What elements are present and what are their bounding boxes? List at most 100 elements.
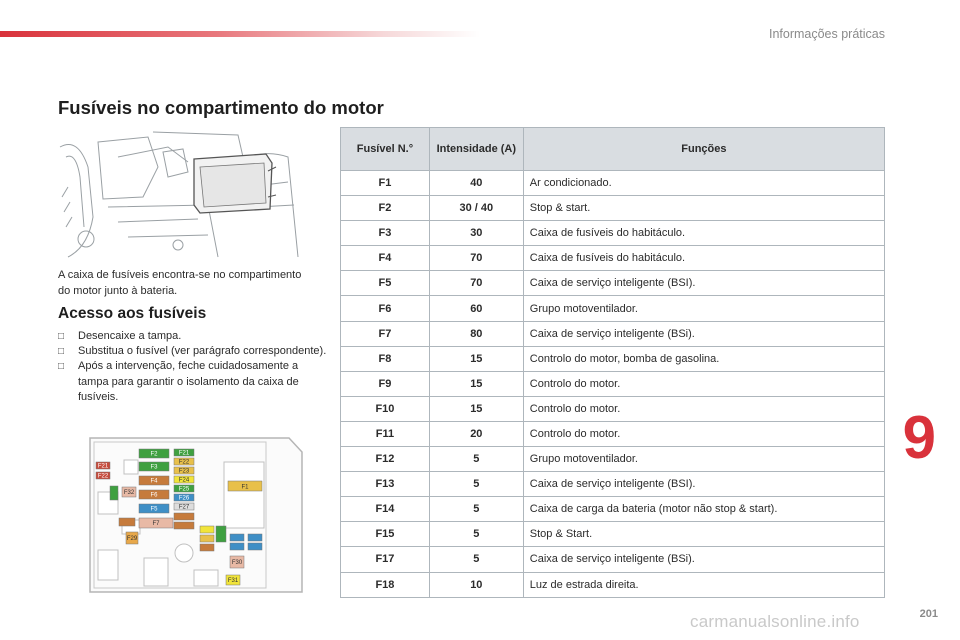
table-row: F17 5 Caixa de serviço inteligente (BSi).: [340, 546, 886, 573]
function-cell: Controlo do motor.: [522, 420, 886, 448]
chapter-number: 9: [902, 404, 936, 471]
engine-compartment-illustration: [58, 127, 302, 260]
fuse-label: F32: [124, 490, 135, 496]
fuse-cell: F17: [340, 546, 430, 573]
amps-cell: 70: [428, 245, 524, 272]
table-row: F14 5 Caixa de carga da bateria (motor não…: [340, 496, 886, 523]
table-row: F3 30 Caixa de fusíveis do habitáculo.: [340, 220, 886, 247]
svg-text:F22: F22: [98, 474, 109, 480]
checkbox-bullet-icon: □: [58, 361, 65, 373]
svg-text:F21: F21: [98, 464, 109, 470]
fuse-cell: F12: [340, 446, 430, 473]
list-item: □ Substitua o fusível (ver parágrafo corr…: [58, 344, 328, 359]
function-cell: Grupo motoventilador.: [522, 295, 886, 322]
access-heading: Acesso aos fusíveis: [58, 305, 207, 322]
function-cell: Caixa de serviço inteligente (BSi).: [522, 546, 886, 573]
table-row: F1 40 Ar condicionado.: [340, 169, 886, 197]
fuse-cell: F5: [340, 270, 430, 297]
amps-cell: 5: [428, 446, 524, 473]
table-row: F7 80 Caixa de serviço inteligente (BSi).: [340, 320, 886, 347]
header-accent-bar: [0, 31, 480, 37]
fuse-table: Fusível N.° Intensidade (A) Funções F1 40…: [340, 127, 886, 598]
fuse-label: F5: [150, 507, 158, 513]
table-row: F13 5 Caixa de serviço inteligente (BSI).: [340, 471, 886, 498]
amps-cell: 70: [428, 270, 524, 297]
table-row: F15 5 Stop & Start.: [340, 521, 886, 548]
access-steps: □ Desencaixe a tampa. □ Substitua o fusíve…: [58, 329, 328, 405]
function-cell: Caixa de fusíveis do habitáculo.: [522, 220, 886, 247]
fuse-label: F2: [150, 452, 158, 458]
fuse-cell: F2: [340, 195, 430, 222]
fuse-cell: F3: [340, 220, 430, 247]
amps-cell: 15: [428, 345, 524, 372]
table-row: F18 10 Luz de estrada direita.: [340, 571, 886, 598]
amps-cell: 80: [428, 320, 524, 347]
fuse-cell: F7: [340, 320, 430, 347]
table-row: F5 70 Caixa de serviço inteligente (BSI).: [340, 270, 886, 297]
function-cell: Ar condicionado.: [522, 169, 886, 197]
function-cell: Caixa de fusíveis do habitáculo.: [522, 245, 886, 272]
amps-cell: 20: [428, 420, 524, 448]
amps-cell: 30: [428, 220, 524, 247]
page-number: 201: [919, 608, 938, 620]
fuse-cell: F13: [340, 471, 430, 498]
table-row: F2 30 / 40 Stop & start.: [340, 195, 886, 222]
fuse-label: F31: [228, 578, 239, 584]
column-header-rating: Intensidade (A): [428, 127, 524, 171]
fuse-label: F4: [150, 479, 158, 485]
fuse-label: F22: [179, 460, 190, 466]
fuse-cell: F6: [340, 295, 430, 322]
fuse-label: F23: [179, 469, 190, 475]
function-cell: Caixa de serviço inteligente (BSI).: [522, 270, 886, 297]
fuse-label: F30: [232, 560, 243, 566]
column-header-fuse-no: Fusível N.°: [340, 127, 430, 171]
table-row: F8 15 Controlo do motor, bomba de gasolina…: [340, 345, 886, 372]
fuse-label: F7: [152, 521, 160, 527]
fuse-cell: F9: [340, 370, 430, 397]
watermark: carmanualsonline.info: [690, 612, 860, 631]
function-cell: Stop & start.: [522, 195, 886, 222]
function-cell: Controlo do motor.: [522, 370, 886, 397]
fuse-cell: F14: [340, 496, 430, 523]
amps-cell: 15: [428, 370, 524, 397]
function-cell: Grupo motoventilador.: [522, 446, 886, 473]
table-row: F9 15 Controlo do motor.: [340, 370, 886, 397]
table-row: F12 5 Grupo motoventilador.: [340, 446, 886, 473]
amps-cell: 15: [428, 395, 524, 422]
fuse-label: F6: [150, 493, 158, 499]
checkbox-bullet-icon: □: [58, 346, 65, 358]
amps-cell: 5: [428, 546, 524, 573]
step-text: Substitua o fusível (ver parágrafo corre…: [78, 345, 327, 358]
table-row: F6 60 Grupo motoventilador.: [340, 295, 886, 322]
fuse-cell: F11: [340, 420, 430, 448]
function-cell: Caixa de serviço inteligente (BSi).: [522, 320, 886, 347]
function-cell: Stop & Start.: [522, 521, 886, 548]
fuse-label: F21: [179, 451, 190, 457]
function-cell: Controlo do motor.: [522, 395, 886, 422]
table-header-row: Fusível N.° Intensidade (A) Funções: [340, 127, 886, 171]
fuse-label: F25: [179, 487, 190, 493]
fuse-cell: F10: [340, 395, 430, 422]
fuse-label: F29: [127, 536, 138, 542]
fuse-cell: F1: [340, 169, 430, 197]
function-cell: Luz de estrada direita.: [522, 571, 886, 598]
function-cell: Caixa de serviço inteligente (BSI).: [522, 471, 886, 498]
function-cell: Controlo do motor, bomba de gasolina.: [522, 345, 886, 372]
fuse-label: F27: [179, 505, 190, 511]
fuse-label: F1: [241, 485, 249, 491]
list-item: □ Após a intervenção, feche cuidadosament…: [58, 359, 328, 405]
amps-cell: 60: [428, 295, 524, 322]
fuse-box-diagram: F21 F22 F32 F2 F3 F4 F6 F5 F7 F21 F22 F2…: [89, 437, 303, 593]
fuse-cell: F4: [340, 245, 430, 272]
checkbox-bullet-icon: □: [58, 331, 65, 342]
section-header: Informações práticas: [768, 27, 885, 41]
amps-cell: 5: [428, 496, 524, 523]
step-text: Desencaixe a tampa.: [78, 330, 182, 342]
step-text: Após a intervenção, feche cuidadosamente…: [78, 360, 299, 403]
intro-paragraph: A caixa de fusíveis encontra-se no compa…: [58, 269, 302, 297]
fuse-label: F26: [179, 496, 190, 502]
page-title: Fusíveis no compartimento do motor: [58, 97, 384, 118]
table-row: F11 20 Controlo do motor.: [340, 420, 886, 448]
amps-cell: 5: [428, 471, 524, 498]
fuse-cell: F15: [340, 521, 430, 548]
